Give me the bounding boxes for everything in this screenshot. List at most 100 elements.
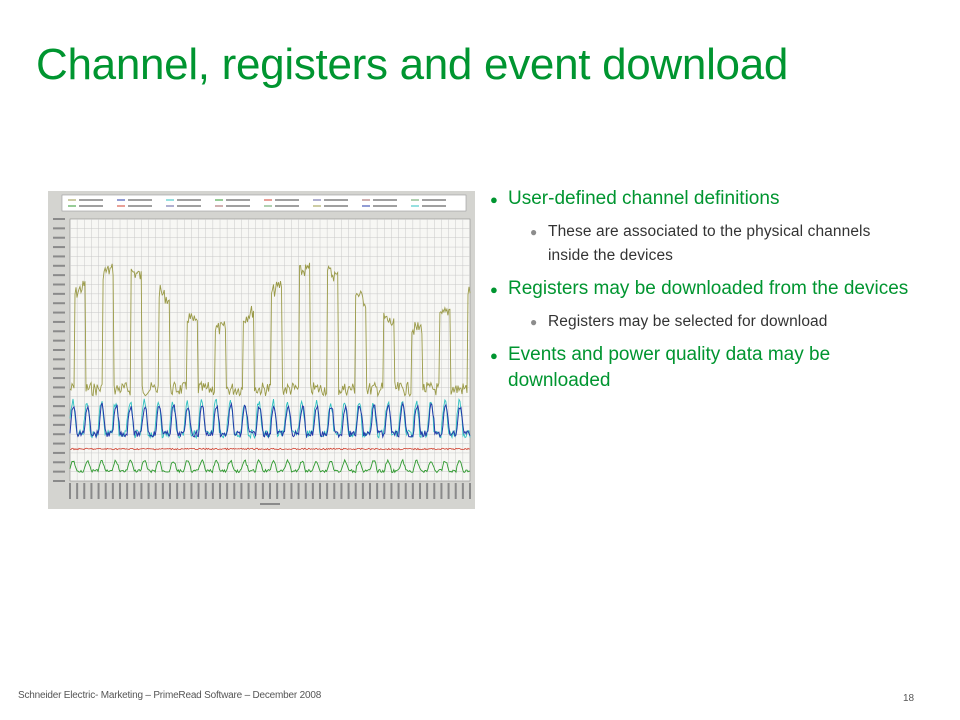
x-tick-label: [261, 483, 264, 499]
legend-label: [177, 199, 201, 201]
legend-label: [79, 205, 103, 207]
x-tick-label: [83, 483, 86, 499]
bullet-channel-definitions: ● User-defined channel definitions: [490, 186, 910, 212]
x-tick-label: [176, 483, 179, 499]
y-tick-label: [53, 377, 65, 380]
x-tick-label: [361, 483, 364, 499]
legend-label: [324, 199, 348, 201]
x-tick-label: [447, 483, 450, 499]
y-tick-label: [53, 283, 65, 286]
footer-text: Schneider Electric- Marketing – PrimeRea…: [18, 690, 322, 701]
x-tick-label: [461, 483, 464, 499]
bullet-text: Registers may be downloaded from the dev…: [508, 278, 909, 299]
y-tick-label: [53, 255, 65, 258]
legend-label: [422, 205, 446, 207]
x-tick-label: [347, 483, 350, 499]
x-tick-label: [197, 483, 200, 499]
x-tick-label: [297, 483, 300, 499]
bullet-list: ● User-defined channel definitions ● The…: [490, 186, 910, 394]
sub-bullet-text: Registers may be selected for download: [548, 313, 828, 330]
x-tick-label: [190, 483, 193, 499]
x-tick-label: [397, 483, 400, 499]
y-tick-label: [53, 358, 65, 361]
y-tick-label: [53, 311, 65, 314]
legend-label: [226, 199, 250, 201]
x-tick-label: [319, 483, 321, 499]
x-tick-label: [333, 483, 336, 499]
y-tick-label: [53, 236, 65, 239]
y-tick-label: [53, 218, 65, 220]
x-tick-label: [126, 483, 129, 499]
sub-bullet-physical-channels: ● These are associated to the physical c…: [490, 220, 910, 268]
sub-bullet-text: These are associated to the physical cha…: [548, 223, 871, 264]
x-tick-label: [440, 483, 443, 499]
y-tick-label: [53, 451, 65, 454]
legend-label: [373, 199, 397, 201]
x-tick-label: [326, 483, 329, 499]
x-tick-label: [340, 483, 343, 499]
x-tick-label: [369, 483, 371, 499]
x-axis-title: [260, 503, 280, 505]
bullet-marker: ●: [490, 282, 498, 297]
bullet-text: User-defined channel definitions: [508, 188, 780, 209]
legend-label: [422, 199, 446, 201]
x-tick-label: [469, 483, 471, 499]
y-tick-label: [53, 470, 65, 473]
x-tick-label: [69, 483, 71, 499]
y-tick-label: [53, 246, 65, 249]
x-tick-label: [90, 483, 93, 499]
legend-label: [226, 205, 250, 207]
sub-bullet-marker: ●: [530, 315, 538, 329]
x-tick-label: [104, 483, 107, 499]
y-tick-label: [53, 292, 65, 295]
chart-screenshot: [48, 191, 475, 509]
y-tick-label: [53, 330, 65, 333]
x-tick-label: [419, 483, 421, 499]
x-tick-label: [354, 483, 357, 499]
bullet-text: Events and power quality data may be dow…: [508, 344, 831, 391]
legend-label: [373, 205, 397, 207]
x-tick-label: [454, 483, 457, 499]
x-tick-label: [111, 483, 114, 499]
x-tick-label: [304, 483, 307, 499]
x-tick-label: [76, 483, 79, 499]
x-tick-label: [219, 483, 221, 499]
y-tick-label: [53, 227, 65, 230]
bullet-registers-download: ● Registers may be downloaded from the d…: [490, 276, 910, 302]
y-tick-label: [53, 442, 65, 445]
x-tick-label: [247, 483, 250, 499]
bullet-events-power-quality: ● Events and power quality data may be d…: [490, 342, 910, 394]
y-tick-label: [53, 302, 65, 305]
legend-label: [128, 205, 152, 207]
y-tick-label: [53, 480, 65, 482]
x-tick-label: [426, 483, 429, 499]
legend-label: [79, 199, 103, 201]
x-tick-label: [147, 483, 150, 499]
y-tick-label: [53, 386, 65, 389]
y-tick-label: [53, 349, 65, 351]
x-tick-label: [97, 483, 100, 499]
y-tick-label: [53, 320, 65, 323]
x-tick-label: [376, 483, 379, 499]
x-tick-label: [254, 483, 257, 499]
bullet-marker: ●: [490, 192, 498, 207]
x-tick-label: [383, 483, 386, 499]
y-tick-label: [53, 339, 65, 342]
slide-title: Channel, registers and event download: [36, 40, 789, 89]
x-tick-label: [211, 483, 214, 499]
x-tick-label: [183, 483, 186, 499]
x-tick-label: [233, 483, 236, 499]
x-tick-label: [276, 483, 279, 499]
legend-label: [324, 205, 348, 207]
legend-label: [128, 199, 152, 201]
x-tick-label: [240, 483, 243, 499]
x-tick-label: [204, 483, 207, 499]
x-tick-label: [133, 483, 136, 499]
x-tick-label: [169, 483, 171, 499]
x-tick-label: [283, 483, 286, 499]
x-tick-label: [140, 483, 143, 499]
x-tick-label: [161, 483, 164, 499]
x-tick-label: [390, 483, 393, 499]
line-chart: [48, 191, 475, 509]
y-tick-label: [53, 423, 65, 426]
